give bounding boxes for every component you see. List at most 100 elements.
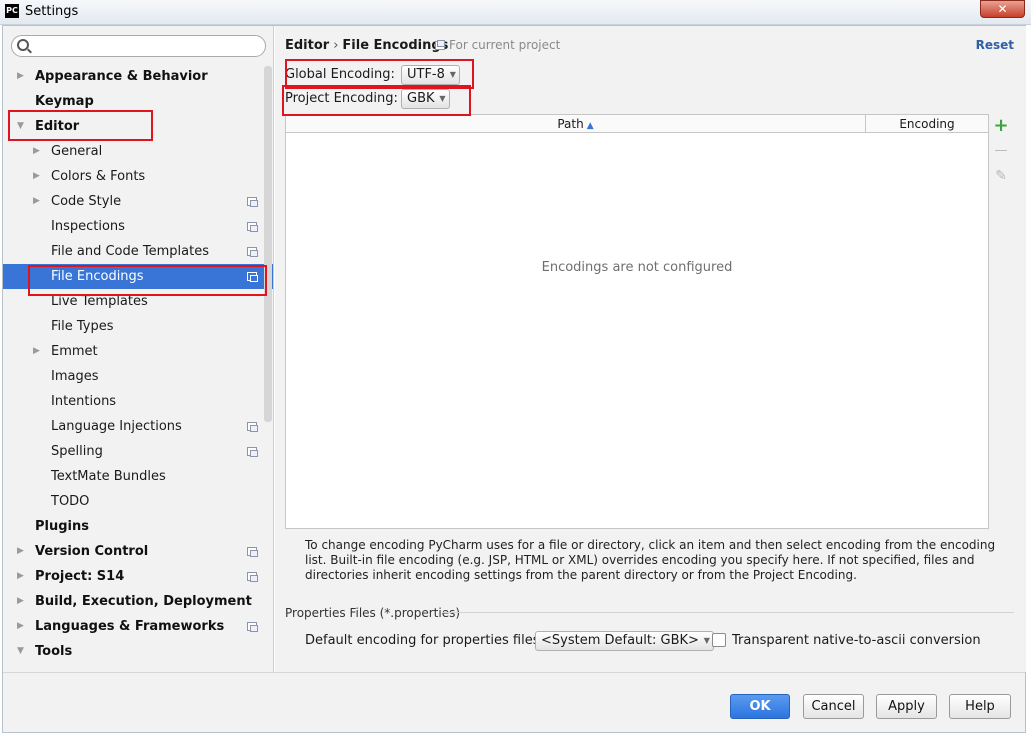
sidebar-item-language-injections[interactable]: Language Injections [3, 414, 273, 439]
sidebar-item-plugins[interactable]: Plugins [3, 514, 273, 539]
sidebar-item-label: Images [51, 369, 99, 384]
sidebar-item-label: File and Code Templates [51, 244, 209, 259]
chevron-right-icon[interactable]: ▶ [17, 564, 24, 589]
project-scope-icon [247, 622, 258, 632]
encoding-column-header[interactable]: Encoding [866, 115, 988, 133]
global-encoding-value: UTF-8 [407, 67, 445, 82]
global-encoding-label: Global Encoding: [285, 67, 395, 82]
chevron-right-icon[interactable]: ▶ [17, 64, 24, 89]
chevron-right-icon[interactable]: ▶ [17, 589, 24, 614]
sidebar-item-languages-frameworks[interactable]: ▶ Languages & Frameworks [3, 614, 273, 639]
sidebar-item-label: Code Style [51, 194, 122, 209]
breadcrumb: Editor › File Encodings [285, 38, 448, 53]
sidebar-item-label: Language Injections [51, 419, 182, 434]
sidebar-item-label: TODO [51, 494, 90, 509]
search-icon [17, 39, 29, 51]
sidebar-item-label: File Encodings [51, 269, 144, 284]
chevron-down-icon: ▼ [449, 70, 456, 79]
sidebar-item-build-execution-deployment[interactable]: ▶ Build, Execution, Deployment [3, 589, 273, 614]
add-icon[interactable]: + [992, 115, 1010, 137]
chevron-down-icon[interactable]: ▼ [17, 639, 24, 664]
transparent-native-to-ascii-checkbox[interactable] [712, 633, 726, 647]
sidebar-item-textmate-bundles[interactable]: TextMate Bundles [3, 464, 273, 489]
project-encoding-dropdown[interactable]: GBK ▼ [401, 89, 450, 109]
sidebar-item-file-types[interactable]: File Types [3, 314, 273, 339]
sidebar-item-label: Appearance & Behavior [35, 69, 208, 84]
sidebar-scrollbar[interactable] [264, 66, 272, 422]
encodings-table[interactable]: Path ▲ Encoding Encodings are not configu… [285, 114, 989, 529]
sidebar-item-label: Keymap [35, 94, 94, 109]
breadcrumb-section: Editor [285, 38, 330, 53]
chevron-down-icon: ▼ [703, 636, 710, 645]
chevron-right-icon[interactable]: ▶ [33, 164, 40, 189]
sidebar-item-file-and-code-templates[interactable]: File and Code Templates [3, 239, 273, 264]
table-header: Path ▲ Encoding [286, 115, 988, 133]
cancel-button[interactable]: Cancel [803, 694, 864, 719]
help-button[interactable]: Help [949, 694, 1011, 719]
sidebar-item-inspections[interactable]: Inspections [3, 214, 273, 239]
sidebar-item-label: Tools [35, 644, 73, 659]
project-encoding-label: Project Encoding: [285, 91, 398, 106]
apply-button[interactable]: Apply [876, 694, 937, 719]
settings-sidebar: ▶ Appearance & Behavior Keymap ▼ Editor ▶ Gene… [3, 26, 274, 672]
sidebar-item-todo[interactable]: TODO [3, 489, 273, 514]
sidebar-item-colors-fonts[interactable]: ▶ Colors & Fonts [3, 164, 273, 189]
sidebar-item-label: Inspections [51, 219, 125, 234]
reset-link[interactable]: Reset [976, 38, 1014, 52]
project-scope-icon [435, 41, 445, 50]
project-scope-icon [247, 247, 258, 257]
breadcrumb-page: File Encodings [342, 38, 449, 53]
sidebar-item-label: Project: S14 [35, 569, 125, 584]
default-properties-encoding-label: Default encoding for properties files: [305, 633, 544, 648]
sidebar-item-version-control[interactable]: ▶ Version Control [3, 539, 273, 564]
sidebar-item-label: Live Templates [51, 294, 148, 309]
project-scope-icon [247, 547, 258, 557]
sidebar-item-images[interactable]: Images [3, 364, 273, 389]
search-input[interactable] [11, 35, 266, 57]
chevron-right-icon[interactable]: ▶ [17, 614, 24, 639]
sidebar-item-label: Colors & Fonts [51, 169, 146, 184]
project-scope-icon [247, 422, 258, 432]
project-scope-icon [247, 272, 258, 282]
sidebar-item-project-s14[interactable]: ▶ Project: S14 [3, 564, 273, 589]
main-panel: Editor › File Encodings For current projec… [275, 26, 1026, 672]
sidebar-item-general[interactable]: ▶ General [3, 139, 273, 164]
transparent-native-to-ascii-label[interactable]: Transparent native-to-ascii conversion [732, 633, 981, 648]
chevron-right-icon[interactable]: ▶ [33, 189, 40, 214]
empty-table-message: Encodings are not configured [541, 260, 733, 275]
window-close-button[interactable]: ✕ [980, 0, 1025, 18]
project-encoding-value: GBK [407, 91, 435, 106]
sidebar-item-appearance-behavior[interactable]: ▶ Appearance & Behavior [3, 64, 273, 89]
sidebar-item-tools[interactable]: ▼ Tools [3, 639, 273, 664]
sort-ascending-icon: ▲ [586, 121, 594, 131]
title-bar: PC Settings ✕ [0, 0, 1031, 25]
sidebar-item-label: File Types [51, 319, 114, 334]
sidebar-item-spelling[interactable]: Spelling [3, 439, 273, 464]
sidebar-item-editor[interactable]: ▼ Editor [3, 114, 273, 139]
project-scope-icon [247, 572, 258, 582]
sidebar-item-code-style[interactable]: ▶ Code Style [3, 189, 273, 214]
project-scope-icon [247, 197, 258, 207]
breadcrumb-separator: › [333, 38, 339, 53]
sidebar-item-keymap[interactable]: Keymap [3, 89, 273, 114]
global-encoding-dropdown[interactable]: UTF-8 ▼ [401, 65, 460, 85]
sidebar-item-label: TextMate Bundles [51, 469, 166, 484]
chevron-right-icon[interactable]: ▶ [33, 139, 40, 164]
for-current-project-label: For current project [449, 38, 561, 52]
sidebar-item-file-encodings[interactable]: File Encodings [3, 264, 273, 289]
sidebar-item-label: Editor [35, 119, 80, 134]
for-current-project-note: For current project [435, 38, 560, 52]
chevron-right-icon[interactable]: ▶ [33, 339, 40, 364]
default-properties-encoding-dropdown[interactable]: <System Default: GBK> ▼ [535, 631, 714, 651]
chevron-right-icon[interactable]: ▶ [17, 539, 24, 564]
ok-button[interactable]: OK [730, 694, 790, 719]
sidebar-item-intentions[interactable]: Intentions [3, 389, 273, 414]
edit-icon[interactable]: ✎ [992, 165, 1010, 187]
sidebar-item-emmet[interactable]: ▶ Emmet [3, 339, 273, 364]
chevron-down-icon[interactable]: ▼ [17, 114, 24, 139]
pycharm-app-icon: PC [5, 4, 19, 18]
sidebar-item-label: Version Control [35, 544, 149, 559]
sidebar-item-live-templates[interactable]: Live Templates [3, 289, 273, 314]
path-column-header[interactable]: Path ▲ [286, 115, 866, 133]
remove-icon[interactable]: — [992, 140, 1010, 162]
